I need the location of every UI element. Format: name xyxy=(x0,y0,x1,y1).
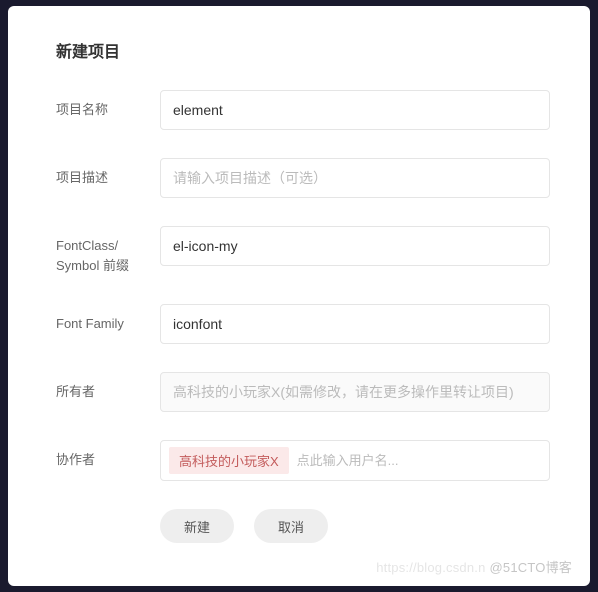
button-row: 新建 取消 xyxy=(160,509,550,543)
project-name-input[interactable] xyxy=(160,90,550,130)
project-desc-input[interactable] xyxy=(160,158,550,198)
watermark-faint: https://blog.csdn.n xyxy=(376,560,485,575)
field-project-desc xyxy=(160,158,550,198)
field-fontfamily xyxy=(160,304,550,344)
field-collab: 高科技的小玩家X xyxy=(160,440,550,481)
label-project-desc: 项目描述 xyxy=(56,158,160,188)
watermark-text: @51CTO博客 xyxy=(490,560,572,575)
form-row-prefix: FontClass/ Symbol 前缀 xyxy=(56,226,550,276)
watermark: https://blog.csdn.n @51CTO博客 xyxy=(376,557,572,576)
prefix-input[interactable] xyxy=(160,226,550,266)
form-row-owner: 所有者 xyxy=(56,372,550,412)
modal-title: 新建项目 xyxy=(56,38,550,62)
collab-input[interactable] xyxy=(297,453,541,468)
form-row-name: 项目名称 xyxy=(56,90,550,130)
label-fontfamily: Font Family xyxy=(56,304,160,334)
cancel-button[interactable]: 取消 xyxy=(254,509,328,543)
field-project-name xyxy=(160,90,550,130)
owner-input xyxy=(160,372,550,412)
collab-tag[interactable]: 高科技的小玩家X xyxy=(169,447,289,474)
new-project-modal: 新建项目 项目名称 项目描述 FontClass/ Symbol 前缀 Font… xyxy=(8,6,590,586)
collab-tag-wrap[interactable]: 高科技的小玩家X xyxy=(160,440,550,481)
label-prefix: FontClass/ Symbol 前缀 xyxy=(56,226,160,276)
field-owner xyxy=(160,372,550,412)
create-button[interactable]: 新建 xyxy=(160,509,234,543)
label-owner: 所有者 xyxy=(56,372,160,402)
fontfamily-input[interactable] xyxy=(160,304,550,344)
label-project-name: 项目名称 xyxy=(56,90,160,120)
form-row-collab: 协作者 高科技的小玩家X xyxy=(56,440,550,481)
label-collab: 协作者 xyxy=(56,440,160,470)
form-row-fontfamily: Font Family xyxy=(56,304,550,344)
form-row-desc: 项目描述 xyxy=(56,158,550,198)
field-prefix xyxy=(160,226,550,266)
